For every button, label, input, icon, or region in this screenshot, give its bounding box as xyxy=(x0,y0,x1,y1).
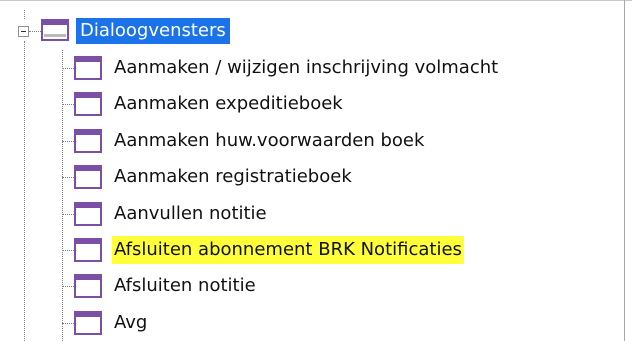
tree-item-label[interactable]: Afsluiten notitie xyxy=(112,272,258,300)
window-icon xyxy=(74,310,102,335)
tree-connector xyxy=(62,104,74,106)
tree-item-label[interactable]: Aanmaken registratieboek xyxy=(112,163,354,191)
tree-item[interactable]: Aanmaken registratieboek xyxy=(62,161,622,195)
window-icon xyxy=(74,56,102,80)
tree-item-label[interactable]: Aanvullen notitie xyxy=(112,200,269,228)
tree-connector xyxy=(29,31,41,32)
tree-guide-line xyxy=(24,10,25,19)
tree-item[interactable]: Aanmaken expeditieboek xyxy=(62,88,622,122)
tree-connector xyxy=(62,250,74,251)
tree-item[interactable]: Afsluiten notitie xyxy=(62,270,622,304)
window-icon xyxy=(41,19,69,41)
tree-connector xyxy=(62,68,74,69)
window-icon xyxy=(74,201,102,226)
window-icon xyxy=(74,92,102,117)
collapse-icon[interactable] xyxy=(18,26,29,37)
tree-node-dialoogvensters[interactable]: Dialoogvensters xyxy=(76,18,230,44)
window-icon xyxy=(74,165,102,190)
tree-item-label[interactable]: Aanmaken expeditieboek xyxy=(112,90,345,118)
tree-item[interactable]: Aanmaken huw.voorwaarden boek xyxy=(62,125,622,159)
top-border xyxy=(0,0,632,1)
tree-item-label[interactable]: Aanmaken huw.voorwaarden boek xyxy=(112,127,426,155)
tree-item[interactable]: Avg xyxy=(62,307,622,341)
tree-view: Dialoogvensters Aanmaken / wijzigen insc… xyxy=(0,0,632,341)
window-icon xyxy=(74,128,102,153)
tree-connector xyxy=(62,286,74,288)
tree-connector xyxy=(62,213,74,215)
tree-item[interactable]: Aanvullen notitie xyxy=(62,198,622,232)
tree-item-label[interactable]: Avg xyxy=(112,309,149,337)
tree-connector xyxy=(62,140,74,142)
tree-item[interactable]: Afsluiten abonnement BRK Notificaties xyxy=(62,234,622,268)
tree-connector xyxy=(62,177,74,179)
window-icon xyxy=(74,274,102,299)
scrollbar-edge xyxy=(624,0,625,341)
tree-item-label[interactable]: Aanmaken / wijzigen inschrijving volmach… xyxy=(112,54,500,82)
tree-item[interactable]: Aanmaken / wijzigen inschrijving volmach… xyxy=(62,52,622,86)
tree-guide-line xyxy=(24,41,25,341)
tree-connector xyxy=(62,322,74,324)
window-icon xyxy=(74,238,102,262)
tree-item-label[interactable]: Afsluiten abonnement BRK Notificaties xyxy=(112,236,464,264)
